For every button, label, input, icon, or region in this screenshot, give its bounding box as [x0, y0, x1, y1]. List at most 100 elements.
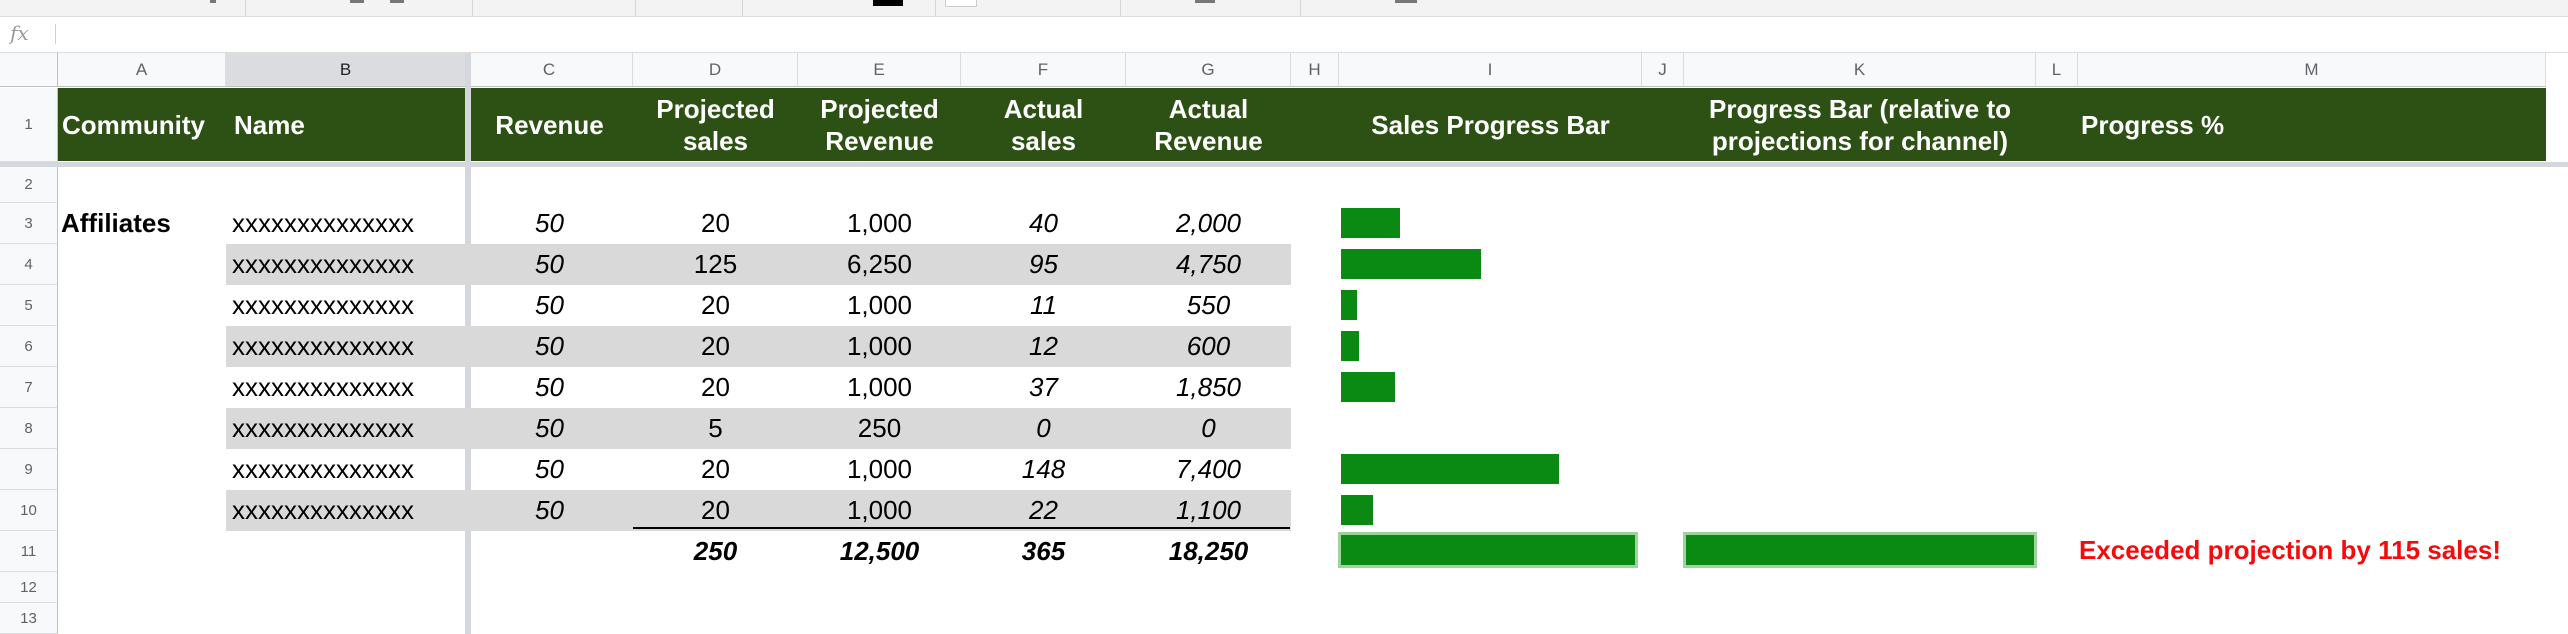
- fill-color-swatch[interactable]: [945, 0, 977, 7]
- header-actual-sales[interactable]: Actual sales: [961, 88, 1126, 161]
- name-cell[interactable]: xxxxxxxxxxxxxx: [226, 326, 466, 367]
- header-actual-revenue[interactable]: Actual Revenue: [1126, 88, 1291, 161]
- toolbar-icon[interactable]: [210, 0, 216, 3]
- name-cell[interactable]: xxxxxxxxxxxxxx: [226, 244, 466, 285]
- revenue-cell[interactable]: 50: [466, 285, 633, 326]
- actual-sales-cell[interactable]: 11: [961, 285, 1126, 326]
- insert-comment-icon[interactable]: [1395, 0, 1417, 3]
- undo-icon[interactable]: [350, 0, 364, 3]
- actual-revenue-cell[interactable]: 600: [1126, 326, 1291, 367]
- total-actual-sales[interactable]: 365: [961, 531, 1126, 572]
- column-header-h[interactable]: H: [1291, 53, 1339, 87]
- borders-icon[interactable]: [1195, 0, 1215, 3]
- header-projected-revenue[interactable]: Projected Revenue: [798, 88, 961, 161]
- row-header-10[interactable]: 10: [0, 490, 58, 531]
- column-header-a[interactable]: A: [58, 53, 226, 87]
- row-header-6[interactable]: 6: [0, 326, 58, 367]
- revenue-cell[interactable]: 50: [466, 203, 633, 244]
- revenue-cell[interactable]: 50: [466, 244, 633, 285]
- actual-revenue-cell[interactable]: 550: [1126, 285, 1291, 326]
- column-header-f[interactable]: F: [961, 53, 1126, 87]
- header-revenue[interactable]: Revenue: [466, 88, 633, 161]
- row-header-3[interactable]: 3: [0, 203, 58, 244]
- actual-sales-cell[interactable]: 40: [961, 203, 1126, 244]
- actual-revenue-cell[interactable]: 1,850: [1126, 367, 1291, 408]
- actual-revenue-cell[interactable]: 1,100: [1126, 490, 1291, 531]
- name-cell[interactable]: xxxxxxxxxxxxxx: [226, 408, 466, 449]
- projected-revenue-cell[interactable]: 6,250: [798, 244, 961, 285]
- row-header-1[interactable]: 1: [0, 88, 58, 162]
- row-header-2[interactable]: 2: [0, 167, 58, 203]
- column-header-c[interactable]: C: [466, 53, 633, 87]
- revenue-cell[interactable]: 50: [466, 367, 633, 408]
- redo-icon[interactable]: [390, 0, 404, 3]
- header-name[interactable]: Name: [226, 88, 466, 161]
- projected-sales-cell[interactable]: 125: [633, 244, 798, 285]
- row-header-12[interactable]: 12: [0, 572, 58, 603]
- row-header-7[interactable]: 7: [0, 367, 58, 408]
- actual-revenue-cell[interactable]: 2,000: [1126, 203, 1291, 244]
- actual-sales-cell[interactable]: 37: [961, 367, 1126, 408]
- column-header-k[interactable]: K: [1684, 53, 2036, 87]
- column-header-d[interactable]: D: [633, 53, 798, 87]
- projected-revenue-cell[interactable]: 1,000: [798, 367, 961, 408]
- header-progress-pct[interactable]: Progress %: [2078, 88, 2546, 161]
- header-community[interactable]: Community: [58, 88, 226, 161]
- projected-sales-cell[interactable]: 20: [633, 203, 798, 244]
- name-cell[interactable]: xxxxxxxxxxxxxx: [226, 367, 466, 408]
- revenue-cell[interactable]: 50: [466, 449, 633, 490]
- row-header-8[interactable]: 8: [0, 408, 58, 449]
- projected-sales-cell[interactable]: 20: [633, 367, 798, 408]
- total-projected-sales[interactable]: 250: [633, 531, 798, 572]
- projected-revenue-cell[interactable]: 1,000: [798, 326, 961, 367]
- projected-sales-cell[interactable]: 20: [633, 490, 798, 531]
- header-projected-sales[interactable]: Projected sales: [633, 88, 798, 161]
- column-header-m[interactable]: M: [2078, 53, 2546, 87]
- toolbar-separator: [245, 0, 246, 16]
- column-header-b[interactable]: B: [226, 53, 466, 87]
- projected-sales-cell[interactable]: 20: [633, 326, 798, 367]
- column-header-l[interactable]: L: [2036, 53, 2078, 87]
- revenue-cell[interactable]: 50: [466, 326, 633, 367]
- projected-revenue-cell[interactable]: 1,000: [798, 203, 961, 244]
- revenue-cell[interactable]: 50: [466, 490, 633, 531]
- progress-message[interactable]: Exceeded projection by 115 sales!: [2079, 527, 2501, 573]
- name-cell[interactable]: xxxxxxxxxxxxxx: [226, 449, 466, 490]
- projected-sales-cell[interactable]: 5: [633, 408, 798, 449]
- row-header-4[interactable]: 4: [0, 244, 58, 285]
- total-projected-revenue[interactable]: 12,500: [798, 531, 961, 572]
- actual-revenue-cell[interactable]: 4,750: [1126, 244, 1291, 285]
- column-header-g[interactable]: G: [1126, 53, 1291, 87]
- community-label[interactable]: Affiliates: [58, 203, 226, 244]
- projected-revenue-cell[interactable]: 1,000: [798, 449, 961, 490]
- actual-revenue-cell[interactable]: 0: [1126, 408, 1291, 449]
- column-header-i[interactable]: I: [1339, 53, 1642, 87]
- row-header-5[interactable]: 5: [0, 285, 58, 326]
- name-cell[interactable]: xxxxxxxxxxxxxx: [226, 285, 466, 326]
- text-color-swatch[interactable]: [873, 0, 903, 6]
- revenue-cell[interactable]: 50: [466, 408, 633, 449]
- name-cell[interactable]: xxxxxxxxxxxxxx: [226, 203, 466, 244]
- actual-sales-cell[interactable]: 148: [961, 449, 1126, 490]
- actual-revenue-cell[interactable]: 7,400: [1126, 449, 1291, 490]
- actual-sales-cell[interactable]: 22: [961, 490, 1126, 531]
- name-cell[interactable]: xxxxxxxxxxxxxx: [226, 490, 466, 531]
- row-header-11[interactable]: 11: [0, 531, 58, 572]
- row-header-13[interactable]: 13: [0, 603, 58, 634]
- select-all-corner[interactable]: [0, 53, 58, 87]
- total-actual-revenue[interactable]: 18,250: [1126, 531, 1291, 572]
- projected-sales-cell[interactable]: 20: [633, 449, 798, 490]
- projected-revenue-cell[interactable]: 250: [798, 408, 961, 449]
- header-sales-progress-bar[interactable]: Sales Progress Bar: [1339, 88, 1642, 161]
- projected-revenue-cell[interactable]: 1,000: [798, 285, 961, 326]
- actual-sales-cell[interactable]: 0: [961, 408, 1126, 449]
- frozen-row-divider[interactable]: [0, 162, 2568, 167]
- column-header-j[interactable]: J: [1642, 53, 1684, 87]
- actual-sales-cell[interactable]: 95: [961, 244, 1126, 285]
- header-progress-bar-relative[interactable]: Progress Bar (relative to projections fo…: [1684, 88, 2036, 161]
- actual-sales-cell[interactable]: 12: [961, 326, 1126, 367]
- projected-revenue-cell[interactable]: 1,000: [798, 490, 961, 531]
- row-header-9[interactable]: 9: [0, 449, 58, 490]
- projected-sales-cell[interactable]: 20: [633, 285, 798, 326]
- column-header-e[interactable]: E: [798, 53, 961, 87]
